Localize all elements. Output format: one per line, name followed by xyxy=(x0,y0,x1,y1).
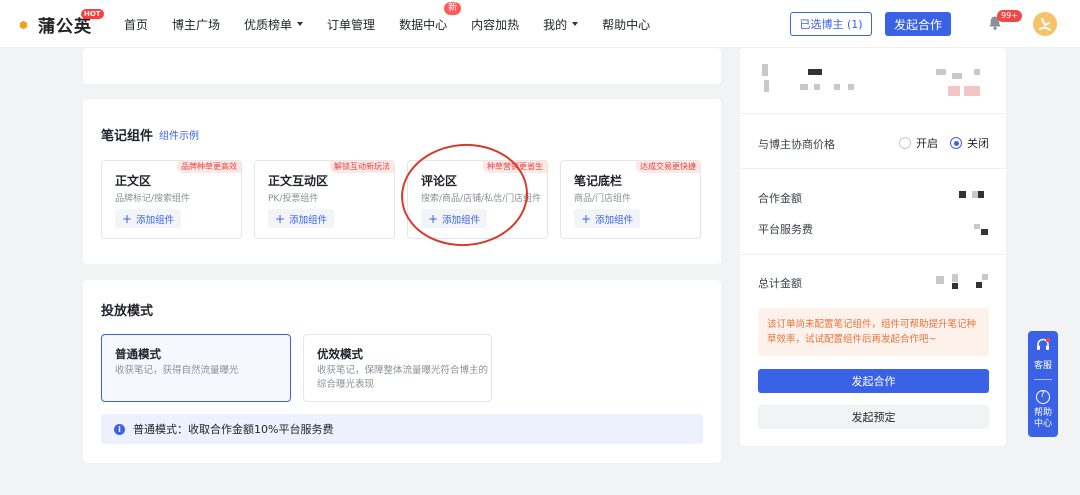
plus-icon: + xyxy=(581,211,592,226)
component-title: 评论区 xyxy=(421,174,458,188)
mode-option-desc: 收获笔记，保障整体流量曝光符合博主的 综合曝光表现 xyxy=(317,365,489,390)
mode-option-premium[interactable]: 优效模式 收获笔记，保障整体流量曝光符合博主的 综合曝光表现 xyxy=(303,334,492,402)
component-card-interaction[interactable]: 解锁互动新玩法 正文互动区 PK/投票组件 + 添加组件 xyxy=(254,160,395,239)
component-title: 笔记底栏 xyxy=(574,174,623,188)
mode-option-title: 普通模式 xyxy=(115,347,161,361)
component-tag: 达成交易更快捷 xyxy=(636,161,700,173)
component-desc: 品牌标记/搜索组件 xyxy=(115,194,191,204)
launch-cooperation-button[interactable]: 发起合作 xyxy=(758,369,989,393)
add-component-button[interactable]: + 添加组件 xyxy=(268,209,335,228)
negotiate-on-radio[interactable]: 开启 xyxy=(899,135,938,151)
plus-icon: + xyxy=(122,211,133,226)
avatar[interactable] xyxy=(1033,12,1057,36)
mode-option-desc: 收获笔记，获得自然流量曝光 xyxy=(115,365,239,376)
component-title: 正文互动区 xyxy=(268,174,329,188)
order-summary-panel: 与博主协商价格 开启 关闭 合作金额 平台服务费 总计金额 该订单尚未配置笔记组… xyxy=(740,48,1006,446)
component-tip: 该订单尚未配置笔记组件，组件可帮助提升笔记种草效率，试试配置组件后再发起合作吧~ xyxy=(758,308,989,356)
component-card-body[interactable]: 品牌种草更高效 正文区 品牌标记/搜索组件 + 添加组件 xyxy=(101,160,242,239)
component-tag: 品牌种草更高效 xyxy=(177,161,241,173)
service-fee-redacted xyxy=(974,224,980,229)
info-icon: i xyxy=(114,423,125,435)
mode-option-title: 优效模式 xyxy=(317,347,363,361)
nav-mine[interactable]: 我的 xyxy=(543,16,579,33)
chevron-down-icon xyxy=(572,22,579,26)
launch-cooperation-top-button[interactable]: 发起合作 xyxy=(885,12,951,36)
question-icon: ? xyxy=(1036,390,1050,404)
radio-on-icon xyxy=(950,137,962,149)
avatar-image xyxy=(1033,12,1057,36)
dandelion-icon xyxy=(14,15,34,35)
nav-help-center[interactable]: 帮助中心 xyxy=(602,16,650,33)
nav-data-center[interactable]: 数据中心新 xyxy=(399,1,462,33)
component-desc: 搜索/商品/店铺/私信/门店组件 xyxy=(421,194,542,204)
panel-divider xyxy=(740,168,1006,169)
floating-help-widget: 客服 ? 帮助 中心 xyxy=(1028,331,1058,437)
cooperation-amount-label: 合作金额 xyxy=(758,192,802,205)
total-amount-redacted xyxy=(936,276,944,284)
add-component-button[interactable]: + 添加组件 xyxy=(115,209,182,228)
amount-redacted xyxy=(959,191,966,198)
plus-icon: + xyxy=(275,211,286,226)
components-example-link[interactable]: 组件示例 xyxy=(159,127,199,142)
brand-logo[interactable]: 蒲公英 HOT xyxy=(14,9,104,37)
components-title: 笔记组件 xyxy=(101,129,154,144)
radio-off-icon xyxy=(899,137,911,149)
component-card-comments[interactable]: 种草营销更省生 评论区 搜索/商品/店铺/私信/门店组件 + 添加组件 xyxy=(407,160,548,239)
component-tag: 解锁互动新玩法 xyxy=(330,161,394,173)
note-components-card: 笔记组件 组件示例 品牌种草更高效 正文区 品牌标记/搜索组件 + 添加组件 解锁… xyxy=(83,99,721,264)
headset-icon xyxy=(1037,337,1051,350)
new-badge: 新 xyxy=(444,1,462,15)
float-divider xyxy=(1034,379,1052,380)
nav-orders[interactable]: 订单管理 xyxy=(327,16,375,33)
chevron-down-icon xyxy=(297,22,304,26)
mode-notice-text: 普通模式：收取合作金额10%平台服务费 xyxy=(133,423,334,436)
add-component-button[interactable]: + 添加组件 xyxy=(421,209,488,228)
delivery-mode-card: 投放模式 普通模式 收获笔记，获得自然流量曝光 优效模式 收获笔记，保障整体流量… xyxy=(83,280,721,463)
plus-icon: + xyxy=(428,211,439,226)
nav-creator-square[interactable]: 博主广场 xyxy=(172,16,220,33)
brand-badge: HOT xyxy=(81,9,104,19)
nav-home[interactable]: 首页 xyxy=(124,16,148,33)
service-fee-label: 平台服务费 xyxy=(758,223,813,236)
component-title: 正文区 xyxy=(115,174,152,188)
top-navbar: 蒲公英 HOT 首页 博主广场 优质榜单 订单管理 数据中心新 内容加热 我的 … xyxy=(0,0,1080,48)
add-component-button[interactable]: + 添加组件 xyxy=(574,209,641,228)
panel-divider xyxy=(740,113,1006,114)
nav-rankings[interactable]: 优质榜单 xyxy=(244,16,304,33)
mode-option-normal[interactable]: 普通模式 收获笔记，获得自然流量曝光 xyxy=(101,334,291,402)
main-nav: 首页 博主广场 优质榜单 订单管理 数据中心新 内容加热 我的 帮助中心 xyxy=(124,0,674,48)
selected-creators-button[interactable]: 已选博主 (1) xyxy=(790,12,872,36)
component-desc: 商品/门店组件 xyxy=(574,194,632,204)
mode-title: 投放模式 xyxy=(101,304,154,319)
negotiate-price-label: 与博主协商价格 xyxy=(758,138,835,151)
notification-badge: 99+ xyxy=(997,10,1022,22)
component-tag: 种草营销更省生 xyxy=(483,161,547,173)
component-desc: PK/投票组件 xyxy=(268,194,319,204)
negotiate-off-radio[interactable]: 关闭 xyxy=(950,135,989,151)
nav-content-boost[interactable]: 内容加热 xyxy=(471,16,519,33)
top-card xyxy=(83,48,721,84)
panel-divider xyxy=(740,254,1006,255)
component-card-bottom-bar[interactable]: 达成交易更快捷 笔记底栏 商品/门店组件 + 添加组件 xyxy=(560,160,701,239)
launch-reservation-button[interactable]: 发起预定 xyxy=(758,405,989,429)
total-amount-label: 总计金额 xyxy=(758,277,802,290)
mode-notice: i 普通模式：收取合作金额10%平台服务费 xyxy=(101,414,703,444)
